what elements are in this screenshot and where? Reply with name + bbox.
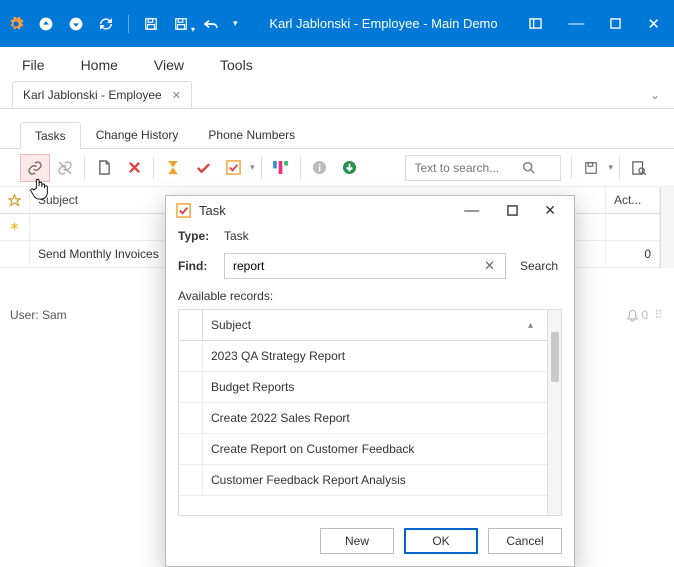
- record-row[interactable]: Create 2022 Sales Report: [179, 403, 547, 434]
- down-arrow-circle-icon[interactable]: [335, 154, 365, 182]
- refresh-icon[interactable]: [98, 16, 114, 32]
- gear-icon[interactable]: [8, 16, 24, 32]
- hourglass-icon[interactable]: [158, 154, 188, 182]
- new-row-star-icon: [0, 214, 30, 240]
- type-label: Type:: [178, 229, 214, 243]
- inner-tabs: Tasks Change History Phone Numbers: [0, 109, 674, 149]
- maximize-button[interactable]: [610, 18, 621, 29]
- find-input[interactable]: [231, 258, 480, 274]
- tab-change-history[interactable]: Change History: [81, 121, 194, 148]
- minimize-button[interactable]: —: [568, 20, 584, 28]
- menu-bar: File Home View Tools: [0, 47, 674, 81]
- save-other-icon[interactable]: ▾: [173, 16, 189, 32]
- layout-icon[interactable]: [529, 18, 542, 29]
- toolbar: ▾ i ▾: [0, 149, 674, 187]
- task-dialog: Task — ✕ Type: Task Find: ✕ Search Avail…: [165, 195, 575, 567]
- records-header: Subject ▴: [179, 310, 547, 341]
- available-records-label: Available records:: [178, 289, 562, 303]
- titlebar-tools: ▾ ▾: [8, 15, 238, 33]
- dialog-maximize-button[interactable]: [497, 205, 528, 216]
- new-doc-icon[interactable]: [89, 154, 119, 182]
- search-box[interactable]: [405, 155, 561, 181]
- dialog-buttons: New OK Cancel: [166, 516, 574, 566]
- type-value: Task: [224, 229, 249, 243]
- chevron-down-icon[interactable]: ⌄: [644, 82, 666, 108]
- records-col-blank[interactable]: [179, 310, 203, 340]
- undo-icon[interactable]: [203, 16, 219, 32]
- search-icon[interactable]: [522, 161, 535, 174]
- link-icon[interactable]: [20, 154, 50, 182]
- search-input[interactable]: [412, 160, 522, 176]
- sort-asc-icon[interactable]: ▴: [528, 320, 539, 331]
- record-row[interactable]: 2023 QA Strategy Report: [179, 341, 547, 372]
- close-button[interactable]: ✕: [647, 15, 660, 33]
- new-button[interactable]: New: [320, 528, 394, 554]
- search-button[interactable]: Search: [516, 259, 562, 273]
- svg-text:i: i: [318, 163, 321, 174]
- records-scrollbar[interactable]: [547, 310, 561, 515]
- down-circle-icon[interactable]: [68, 16, 84, 32]
- document-tab-label: Karl Jablonski - Employee: [23, 88, 162, 102]
- layout-dropdown-icon[interactable]: ▾: [606, 162, 615, 173]
- window-title: Karl Jablonski - Employee - Main Demo: [238, 16, 530, 31]
- window-controls: — ✕: [529, 15, 666, 33]
- records-grid: Subject ▴ 2023 QA Strategy Report Budget…: [178, 309, 562, 516]
- task-check-icon: [176, 203, 191, 218]
- unlink-icon[interactable]: [50, 154, 80, 182]
- close-tab-icon[interactable]: ✕: [172, 89, 181, 102]
- cancel-button[interactable]: Cancel: [488, 528, 562, 554]
- check-icon[interactable]: [188, 154, 218, 182]
- grid-cell-act[interactable]: [606, 214, 660, 240]
- grid-scrollbar[interactable]: [660, 187, 674, 268]
- record-row[interactable]: Create Report on Customer Feedback: [179, 434, 547, 465]
- grid-col-act[interactable]: Act...: [606, 187, 660, 213]
- document-tab[interactable]: Karl Jablonski - Employee ✕: [12, 81, 192, 108]
- find-input-wrapper: ✕: [224, 253, 506, 279]
- menu-view[interactable]: View: [154, 57, 184, 73]
- dialog-titlebar: Task — ✕: [166, 196, 574, 225]
- checkbox-dropdown-icon[interactable]: ▾: [248, 162, 257, 173]
- record-row[interactable]: Customer Feedback Report Analysis: [179, 465, 547, 496]
- dialog-title: Task: [199, 203, 446, 218]
- tab-phone-numbers[interactable]: Phone Numbers: [193, 121, 310, 148]
- dialog-minimize-button[interactable]: —: [454, 202, 489, 219]
- ok-button[interactable]: OK: [404, 528, 478, 554]
- layout-save-icon[interactable]: [576, 154, 606, 182]
- tab-tasks[interactable]: Tasks: [20, 122, 81, 149]
- records-col-subject[interactable]: Subject ▴: [203, 310, 547, 340]
- up-circle-icon[interactable]: [38, 16, 54, 32]
- grip-icon: ⠿: [654, 308, 664, 322]
- checkbox-icon[interactable]: [218, 154, 248, 182]
- document-tab-row: Karl Jablonski - Employee ✕ ⌄: [0, 81, 674, 109]
- clear-input-icon[interactable]: ✕: [480, 258, 499, 274]
- dialog-close-button[interactable]: ✕: [536, 202, 564, 219]
- kanban-icon[interactable]: [266, 154, 296, 182]
- save-icon[interactable]: [143, 16, 159, 32]
- menu-file[interactable]: File: [22, 57, 45, 73]
- grid-search-icon[interactable]: [624, 154, 654, 182]
- status-user: User: Sam: [10, 308, 67, 322]
- find-label: Find:: [178, 259, 214, 273]
- delete-icon[interactable]: [119, 154, 149, 182]
- menu-home[interactable]: Home: [81, 57, 118, 73]
- record-row[interactable]: Budget Reports: [179, 372, 547, 403]
- scrollbar-thumb[interactable]: [551, 332, 559, 382]
- title-bar: ▾ ▾ Karl Jablonski - Employee - Main Dem…: [0, 0, 674, 47]
- grid-cell-act: 0: [606, 241, 660, 267]
- menu-tools[interactable]: Tools: [220, 57, 253, 73]
- info-circle-icon[interactable]: i: [305, 154, 335, 182]
- bell-icon[interactable]: [626, 308, 639, 322]
- status-notif-count: 0: [642, 308, 649, 322]
- grid-col-star[interactable]: [0, 187, 30, 213]
